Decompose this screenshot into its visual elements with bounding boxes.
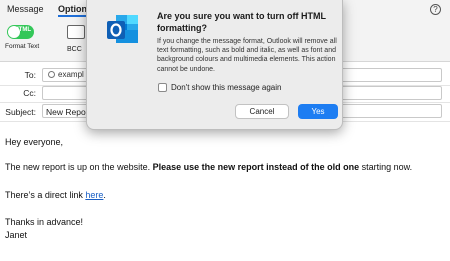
p2-end: .: [103, 190, 106, 200]
to-recipient-text: exampl: [58, 70, 84, 79]
bcc-label[interactable]: BCC: [67, 46, 82, 53]
body-paragraph-1: The new report is up on the website. Ple…: [5, 162, 412, 172]
recipient-status-icon: [48, 71, 55, 78]
direct-link[interactable]: here: [85, 190, 103, 200]
help-icon[interactable]: ?: [430, 4, 441, 15]
p1-start: The new report is up on the website.: [5, 162, 153, 172]
html-format-toggle[interactable]: HTML: [7, 25, 34, 39]
toggle-knob: [8, 26, 20, 38]
dont-show-again-label[interactable]: Don't show this message again: [171, 83, 281, 92]
outlook-app-icon: [107, 15, 138, 43]
to-label: To:: [24, 70, 36, 80]
dialog-title: Are you sure you want to turn off HTML f…: [157, 11, 326, 33]
subject-value: New Repor: [46, 107, 89, 117]
yes-button[interactable]: Yes: [298, 104, 338, 119]
compose-window: Message Options ? HTML Format Text BCC T…: [0, 0, 450, 261]
tab-message[interactable]: Message: [7, 4, 44, 14]
cancel-button[interactable]: Cancel: [235, 104, 289, 119]
dont-show-again-checkbox[interactable]: [158, 83, 167, 92]
body-signature: Janet: [5, 230, 28, 240]
body-paragraph-2: There’s a direct link here.: [5, 190, 106, 200]
p1-bold: Please use the new report instead of the…: [152, 162, 360, 172]
to-recipient-chip[interactable]: exampl: [48, 70, 84, 79]
cc-label: Cc:: [23, 88, 36, 98]
body-closing: Thanks in advance!: [5, 217, 84, 227]
format-text-label: Format Text: [5, 43, 40, 50]
body-greeting: Hey everyone,: [5, 137, 64, 147]
subject-label: Subject:: [5, 107, 36, 117]
bcc-icon[interactable]: [67, 25, 85, 39]
dialog-message: If you change the message format, Outloo…: [157, 38, 337, 73]
p2-start: There’s a direct link: [5, 190, 86, 200]
turn-off-html-dialog: Are you sure you want to turn off HTML f…: [86, 0, 343, 130]
p1-end: starting now.: [359, 162, 413, 172]
